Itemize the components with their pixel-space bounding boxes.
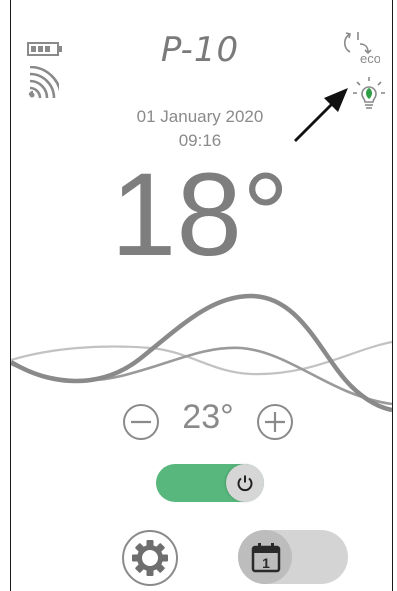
time-display: 09:16 <box>178 131 222 150</box>
battery-icon <box>27 42 62 56</box>
schedule-toggle-knob[interactable]: 1 <box>238 530 292 584</box>
power-toggle-knob[interactable] <box>226 464 264 502</box>
eco-mode-icon[interactable]: eco <box>340 30 380 66</box>
date-display: 01 January 2020 <box>136 107 264 126</box>
power-toggle[interactable] <box>156 464 264 502</box>
wave-graphic <box>11 293 392 413</box>
right-border <box>392 0 393 591</box>
device-title: P-10 <box>160 30 240 70</box>
gear-icon <box>132 540 168 576</box>
wifi-signal-icon <box>28 66 59 98</box>
pointer-arrow-icon <box>294 88 348 142</box>
calendar-day: 1 <box>262 555 270 571</box>
eco-bulb-icon <box>353 77 385 109</box>
calendar-icon: 1 <box>251 543 281 573</box>
minus-button[interactable] <box>122 403 160 441</box>
schedule-toggle[interactable]: 1 <box>238 530 348 584</box>
current-temperature: 18° <box>110 149 290 281</box>
thermostat-screen: P-10 eco 01 January 2020 09:16 18° 23° 1 <box>0 0 397 591</box>
settings-button[interactable] <box>121 529 179 587</box>
plus-button[interactable] <box>256 403 294 441</box>
setpoint-temperature: 23° <box>182 398 234 436</box>
eco-label: eco <box>360 51 380 66</box>
power-icon <box>237 475 253 492</box>
